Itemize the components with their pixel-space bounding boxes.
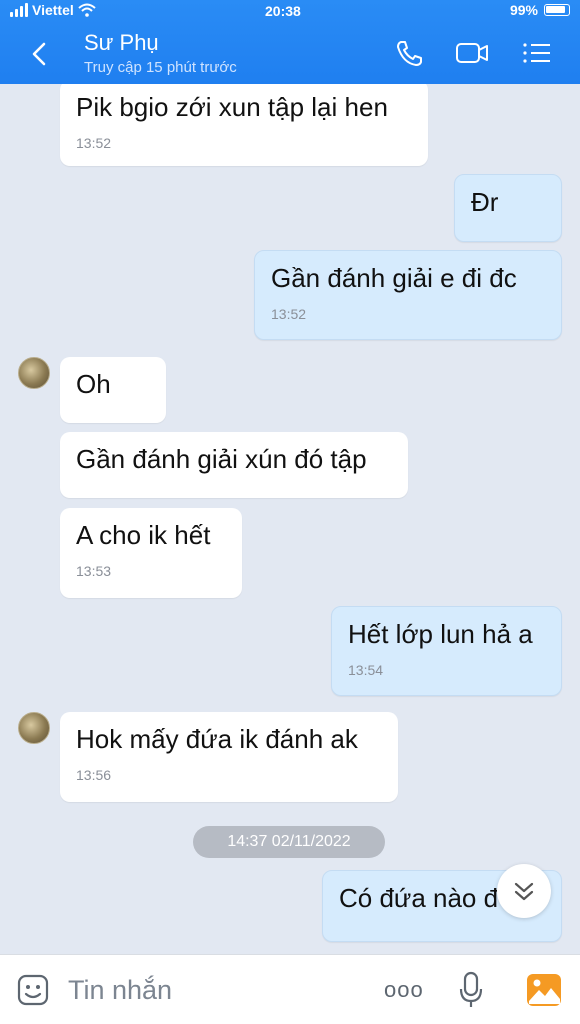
message-bubble-incoming[interactable]: Gần đánh giải xún đó tập	[60, 432, 408, 498]
menu-list-icon[interactable]	[520, 38, 554, 68]
wifi-icon	[78, 3, 96, 17]
contact-name[interactable]: Sư Phụ	[84, 30, 159, 56]
message-time: 13:56	[76, 767, 112, 783]
message-bubble-outgoing[interactable]: Đr	[454, 174, 562, 242]
message-bubble-incoming[interactable]: A cho ik hết 13:53	[60, 508, 242, 598]
message-time: 13:52	[76, 135, 112, 151]
chat-header: Viettel 20:38 99% Sư Phụ Truy cập 15 phú…	[0, 0, 580, 84]
video-icon[interactable]	[455, 38, 489, 68]
message-bubble-outgoing[interactable]: Gần đánh giải e đi đc 13:52	[254, 250, 562, 340]
message-composer: Tin nhắn ooo	[0, 954, 580, 1024]
message-text: Đr	[471, 187, 499, 217]
message-list[interactable]: Pik bgio zới xun tập lại hen 13:52 Đr Gầ…	[0, 84, 580, 954]
date-separator: 14:37 02/11/2022	[193, 826, 385, 858]
message-text: Gần đánh giải e đi đc	[271, 263, 517, 293]
phone-icon[interactable]	[392, 38, 426, 68]
signal-icon	[10, 3, 28, 17]
message-time: 13:52	[271, 306, 307, 322]
message-text: Hết lớp lun hả a	[348, 619, 533, 649]
status-bar: Viettel 20:38 99%	[0, 0, 580, 24]
status-time: 20:38	[265, 3, 301, 19]
battery-icon	[544, 4, 570, 16]
message-time: 13:53	[76, 563, 112, 579]
message-time: 13:54	[348, 662, 384, 678]
status-right: 99%	[510, 2, 570, 18]
back-button[interactable]	[26, 40, 54, 68]
message-bubble-incoming[interactable]: Pik bgio zới xun tập lại hen 13:52	[60, 84, 428, 166]
message-bubble-incoming[interactable]: Oh	[60, 357, 166, 423]
last-seen-status: Truy cập 15 phút trước	[84, 59, 237, 76]
image-picker-icon[interactable]	[526, 973, 562, 1007]
microphone-icon[interactable]	[458, 971, 484, 1009]
battery-percent: 99%	[509, 2, 538, 18]
contact-avatar[interactable]	[18, 712, 50, 744]
status-left: Viettel	[10, 2, 96, 18]
sticker-emoji-icon[interactable]	[16, 973, 50, 1007]
message-text: A cho ik hết	[76, 520, 211, 550]
message-bubble-outgoing[interactable]: Hết lớp lun hả a 13:54	[331, 606, 562, 696]
message-text: Có đứa nào đ	[339, 883, 499, 913]
more-options-icon[interactable]: ooo	[384, 977, 424, 1003]
message-input[interactable]: Tin nhắn	[68, 975, 172, 1006]
message-text: Oh	[76, 369, 111, 399]
carrier-label: Viettel	[32, 2, 74, 18]
message-text: Hok mấy đứa ik đánh ak	[76, 724, 358, 754]
message-bubble-incoming[interactable]: Hok mấy đứa ik đánh ak 13:56	[60, 712, 398, 802]
message-text: Pik bgio zới xun tập lại hen	[76, 92, 388, 122]
contact-avatar[interactable]	[18, 357, 50, 389]
message-text: Gần đánh giải xún đó tập	[76, 444, 367, 474]
scroll-to-bottom-button[interactable]	[497, 864, 551, 918]
